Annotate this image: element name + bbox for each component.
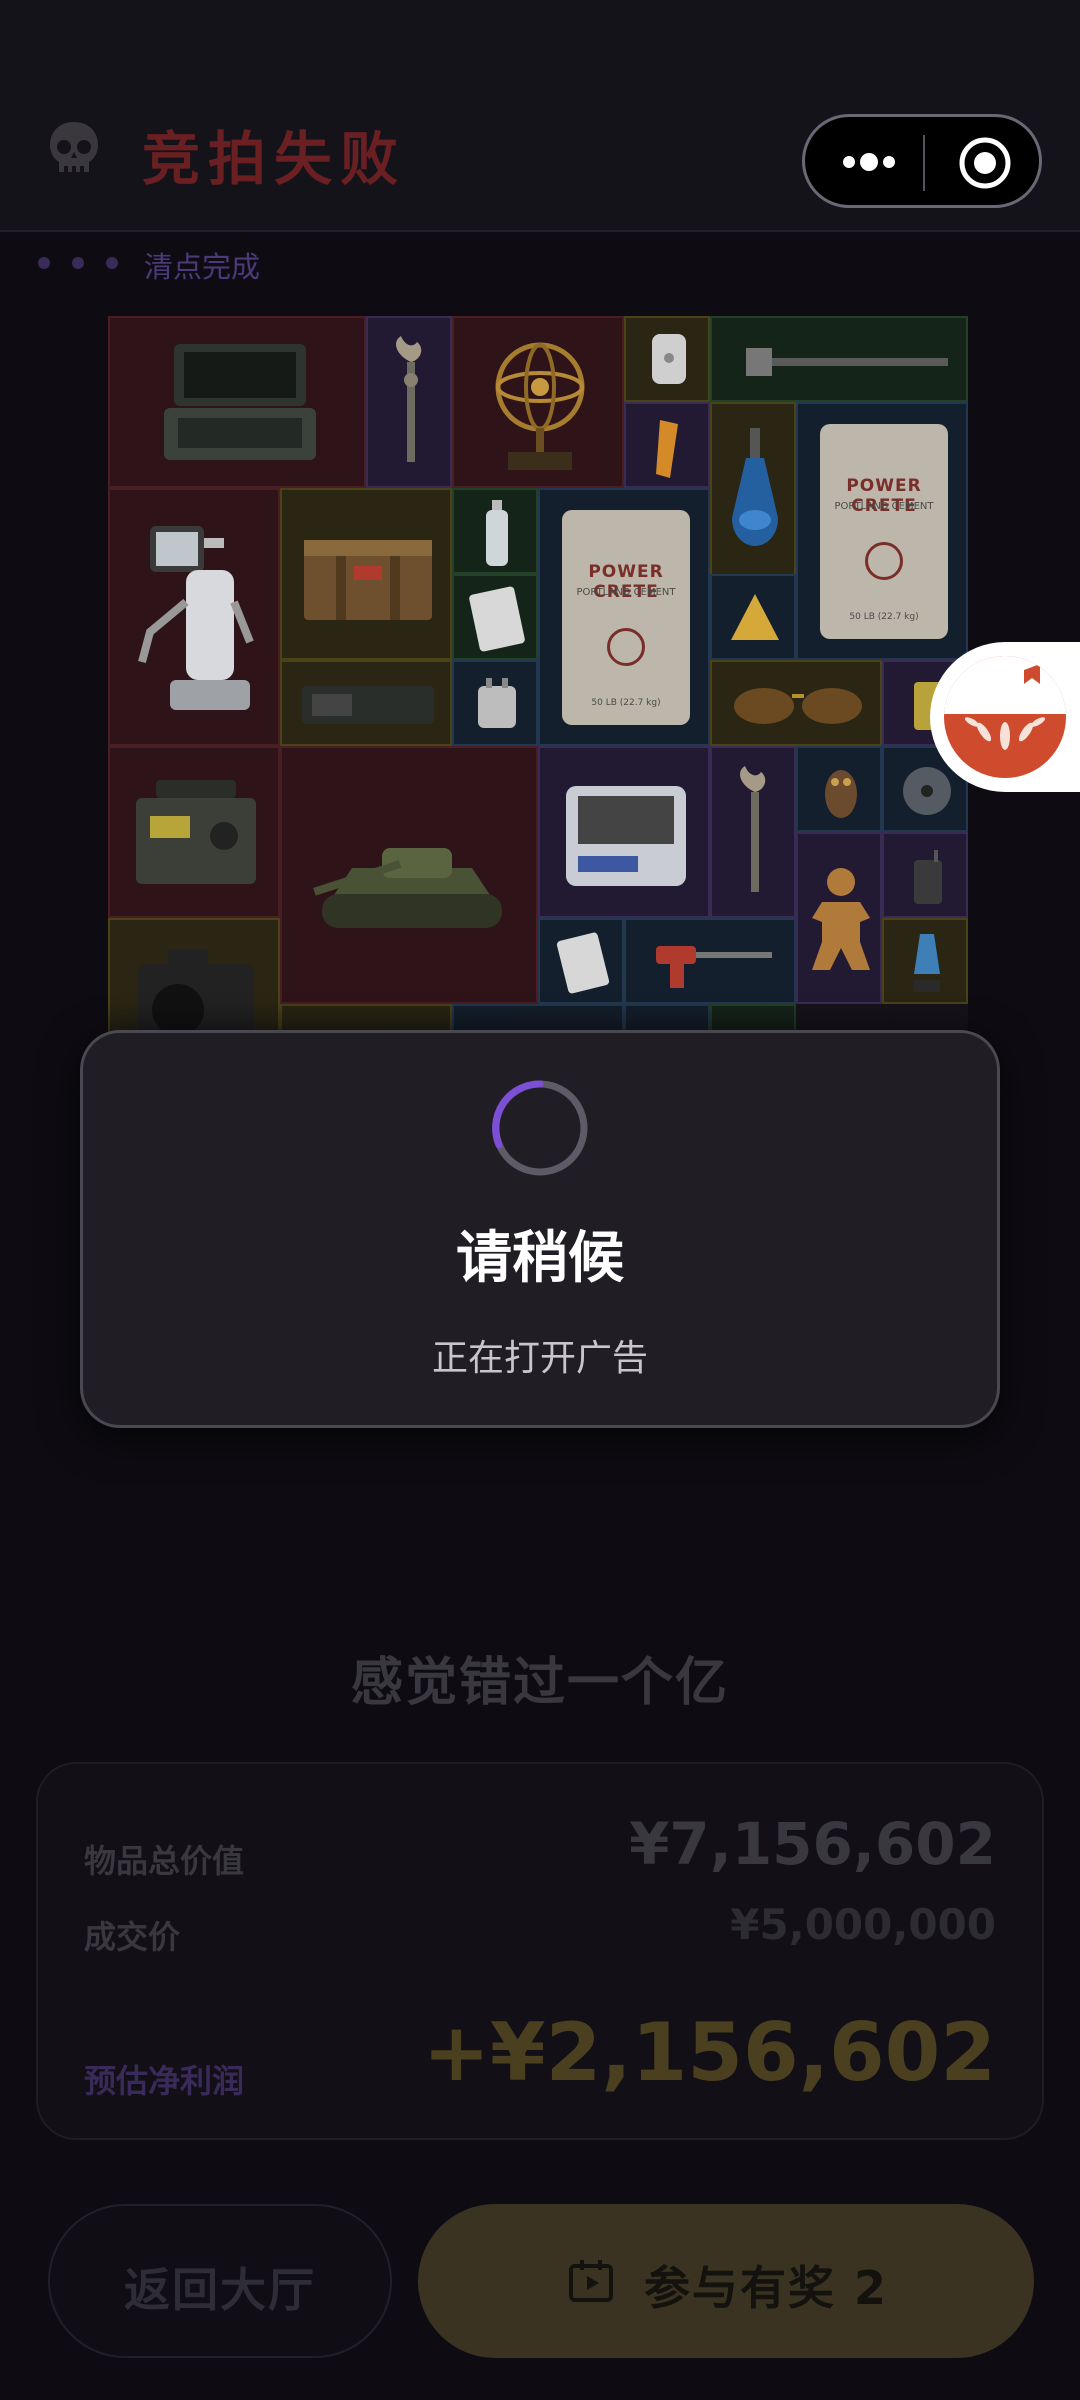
cement-bag: POWER CRETE PORTLAND CEMENT 50 LB (22.7 …	[820, 424, 948, 639]
item-cell	[280, 660, 452, 746]
tube-icon	[656, 420, 678, 478]
page-title: 竞拍失败	[142, 125, 407, 193]
disc-drive-icon	[903, 767, 951, 815]
item-cell	[452, 660, 538, 746]
back-to-lobby-button[interactable]: 返回大厅	[48, 2204, 392, 2358]
item-cell: POWER CRETE PORTLAND CEMENT 50 LB (22.7 …	[538, 488, 710, 746]
item-cell	[538, 746, 710, 918]
trophy-crystal-icon	[914, 934, 940, 992]
claw-relic-icon	[740, 766, 766, 892]
item-cell	[710, 746, 796, 918]
item-cell	[452, 316, 624, 488]
loading-dialog: 请稍候 正在打开广告	[80, 1030, 1000, 1428]
item-cell	[108, 488, 280, 746]
auction-result-page: 竞拍失败 清点完成 POWER CRETE PORTLAND CEMENT 50…	[0, 0, 1080, 2400]
dialog-title: 请稍候	[456, 1226, 624, 1291]
participate-reward-button[interactable]: 参与有奖 2	[418, 2204, 1034, 2358]
item-cell	[538, 918, 624, 1004]
floating-widget-button[interactable]	[930, 642, 1080, 792]
armillary-sphere-icon	[495, 342, 585, 470]
item-grid: POWER CRETE PORTLAND CEMENT 50 LB (22.7 …	[108, 316, 968, 1086]
drill-icon	[656, 946, 772, 988]
tomato-icon	[944, 656, 1066, 778]
item-cell	[710, 660, 882, 746]
header: 竞拍失败	[0, 0, 1080, 232]
miniprogram-capsule	[802, 114, 1042, 208]
item-cell	[108, 316, 366, 488]
more-icon[interactable]	[839, 147, 899, 177]
owl-statue-icon	[825, 770, 857, 818]
wall-adapter-icon	[652, 334, 686, 384]
item-cell	[796, 746, 882, 832]
status-text: 清点完成	[144, 250, 261, 284]
tank-icon	[313, 848, 502, 928]
supply-crate-icon	[304, 540, 432, 620]
gingerbread-man-icon	[812, 868, 870, 970]
playing-card-icon	[469, 586, 525, 652]
item-cell	[108, 746, 280, 918]
deal-price-label: 成交价	[84, 1918, 181, 1956]
deal-price-amount: ¥5,000,000	[730, 1900, 996, 1949]
cement-bag: POWER CRETE PORTLAND CEMENT 50 LB (22.7 …	[562, 510, 690, 725]
lab-instrument-icon	[566, 786, 686, 886]
back-button-label: 返回大厅	[124, 2263, 316, 2317]
status-row: 清点完成	[0, 232, 1080, 294]
robot-icon	[138, 526, 254, 710]
item-cell	[882, 918, 968, 1004]
item-cell	[280, 746, 538, 1004]
potion-bottle-icon	[732, 428, 778, 546]
item-cell	[624, 316, 710, 402]
profit-label: 预估净利润	[84, 2062, 245, 2100]
sunglasses-icon	[734, 688, 862, 724]
field-radio-icon	[136, 780, 256, 884]
close-target-icon[interactable]	[957, 135, 1013, 191]
item-cell	[280, 488, 452, 660]
walkie-talkie-icon	[914, 850, 942, 904]
dialog-subtitle: 正在打开广告	[431, 1338, 648, 1379]
tagline: 感觉错过一个亿	[350, 1653, 729, 1713]
item-cell	[882, 832, 968, 918]
claw-relic-icon	[396, 336, 422, 462]
profit-amount: +¥2,156,602	[422, 2006, 996, 2099]
warning-sign-icon	[731, 594, 779, 640]
total-value-amount: ¥7,156,602	[629, 1810, 996, 1878]
loading-spinner-icon	[492, 1080, 588, 1176]
participate-button-label: 参与有奖 2	[644, 2261, 889, 2315]
id-card-icon	[556, 932, 610, 994]
item-cell	[452, 488, 538, 574]
item-cell	[710, 574, 796, 660]
travel-adapter-icon	[478, 678, 516, 728]
capsule-divider	[923, 135, 925, 191]
item-cell	[710, 316, 968, 402]
value-summary-card: 物品总价值 ¥7,156,602 成交价 ¥5,000,000 预估净利润 +¥…	[36, 1762, 1044, 2140]
progress-dots	[38, 254, 140, 273]
item-cell	[624, 402, 710, 488]
item-cell	[624, 918, 796, 1004]
radio-panel-icon	[302, 686, 434, 724]
water-bottle-icon	[486, 500, 508, 566]
video-ad-icon	[569, 2260, 613, 2302]
rugged-laptop-icon	[164, 344, 316, 460]
item-cell	[452, 574, 538, 660]
hammer-icon	[746, 348, 948, 376]
item-cell	[366, 316, 452, 488]
item-cell: POWER CRETE PORTLAND CEMENT 50 LB (22.7 …	[796, 402, 968, 660]
skull-icon	[50, 122, 98, 174]
total-value-label: 物品总价值	[84, 1842, 245, 1880]
item-cell	[796, 832, 882, 1004]
